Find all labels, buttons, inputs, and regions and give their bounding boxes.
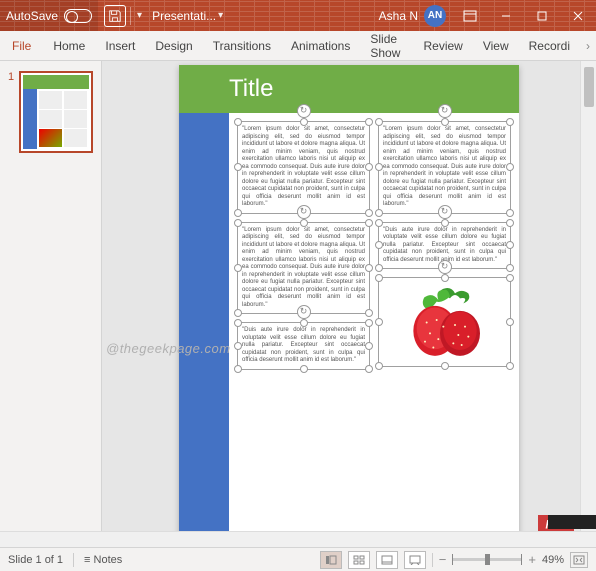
ribbon-overflow-icon[interactable]: › [580, 31, 596, 60]
notes-button[interactable]: ≡ Notes [84, 554, 122, 566]
qat-chevron-icon[interactable]: ▾ [137, 10, 142, 21]
tab-file[interactable]: File [0, 31, 43, 60]
vertical-scrollbar[interactable] [580, 61, 596, 531]
tab-view[interactable]: View [473, 31, 519, 60]
fit-to-window-button[interactable] [570, 552, 588, 568]
tab-slideshow[interactable]: Slide Show [360, 31, 413, 60]
close-button[interactable] [560, 0, 596, 31]
ribbon-display-button[interactable] [452, 0, 488, 31]
slide-sidebar-shape[interactable] [179, 113, 229, 531]
fit-icon [573, 555, 585, 565]
slide-thumbnail-1[interactable] [19, 71, 93, 153]
ribbon-display-icon [463, 10, 477, 22]
slide-thumbnail-panel: 1 [0, 61, 102, 531]
tab-home[interactable]: Home [43, 31, 95, 60]
doc-dropdown-icon[interactable]: ▾ [218, 10, 223, 21]
save-button[interactable] [104, 5, 126, 27]
user-account[interactable]: Asha N AN [379, 5, 446, 27]
title-bar: AutoSave ▾ Presentati... ▾ Asha N AN [0, 0, 596, 31]
ribbon-tabs: File Home Insert Design Transitions Anim… [0, 31, 596, 61]
zoom-out-button[interactable]: − [439, 552, 447, 567]
tab-recording[interactable]: Recordi [519, 31, 580, 60]
slide-canvas[interactable]: Title "Lorem ipsum dolor sit amet, conse… [179, 65, 519, 531]
main-area: 1 @thegeekpage.com Title [0, 61, 596, 531]
zoom-value[interactable]: 49% [542, 554, 564, 566]
document-title: Presentati... [152, 9, 216, 23]
textbox-left-3[interactable]: "Duis aute irure dolor in reprehenderit … [237, 322, 370, 370]
avatar: AN [424, 5, 446, 27]
zoom-slider[interactable] [452, 558, 522, 561]
textbox-left-2[interactable]: "Lorem ipsum dolor sit amet, consectetur… [237, 222, 370, 315]
close-icon [572, 10, 584, 22]
textbox-right-1[interactable]: "Lorem ipsum dolor sit amet, consectetur… [378, 121, 511, 214]
zoom-in-button[interactable]: + [528, 552, 536, 567]
slide-counter: Slide 1 of 1 [8, 554, 63, 566]
maximize-icon [536, 10, 548, 22]
reading-view-icon [381, 555, 393, 565]
reading-view-button[interactable] [376, 551, 398, 569]
image-strawberry[interactable] [378, 277, 511, 367]
maximize-button[interactable] [524, 0, 560, 31]
toggle-off-icon [64, 9, 92, 23]
tab-transitions[interactable]: Transitions [203, 31, 281, 60]
normal-view-icon [325, 555, 337, 565]
sorter-view-button[interactable] [348, 551, 370, 569]
slide-editor[interactable]: @thegeekpage.com Title "Lorem ipsum dolo… [102, 61, 596, 531]
tab-insert[interactable]: Insert [95, 31, 145, 60]
textbox-left-1[interactable]: "Lorem ipsum dolor sit amet, consectetur… [237, 121, 370, 214]
slide-title[interactable]: Title [179, 65, 519, 113]
tab-design[interactable]: Design [145, 31, 202, 60]
normal-view-button[interactable] [320, 551, 342, 569]
slideshow-icon [409, 555, 421, 565]
horizontal-scrollbar[interactable] [0, 531, 596, 547]
overlay-bar [548, 515, 596, 529]
tab-animations[interactable]: Animations [281, 31, 360, 60]
autosave-toggle[interactable]: AutoSave [0, 0, 98, 31]
minimize-icon [500, 10, 512, 22]
save-icon [108, 9, 122, 23]
minimize-button[interactable] [488, 0, 524, 31]
tab-review[interactable]: Review [413, 31, 472, 60]
sorter-view-icon [353, 555, 365, 565]
thumbnail-number: 1 [8, 71, 15, 153]
slideshow-view-button[interactable] [404, 551, 426, 569]
strawberry-icon [395, 285, 495, 360]
status-bar: Slide 1 of 1 ≡ Notes − + 49% [0, 547, 596, 571]
user-name: Asha N [379, 9, 418, 23]
autosave-label: AutoSave [6, 9, 58, 23]
